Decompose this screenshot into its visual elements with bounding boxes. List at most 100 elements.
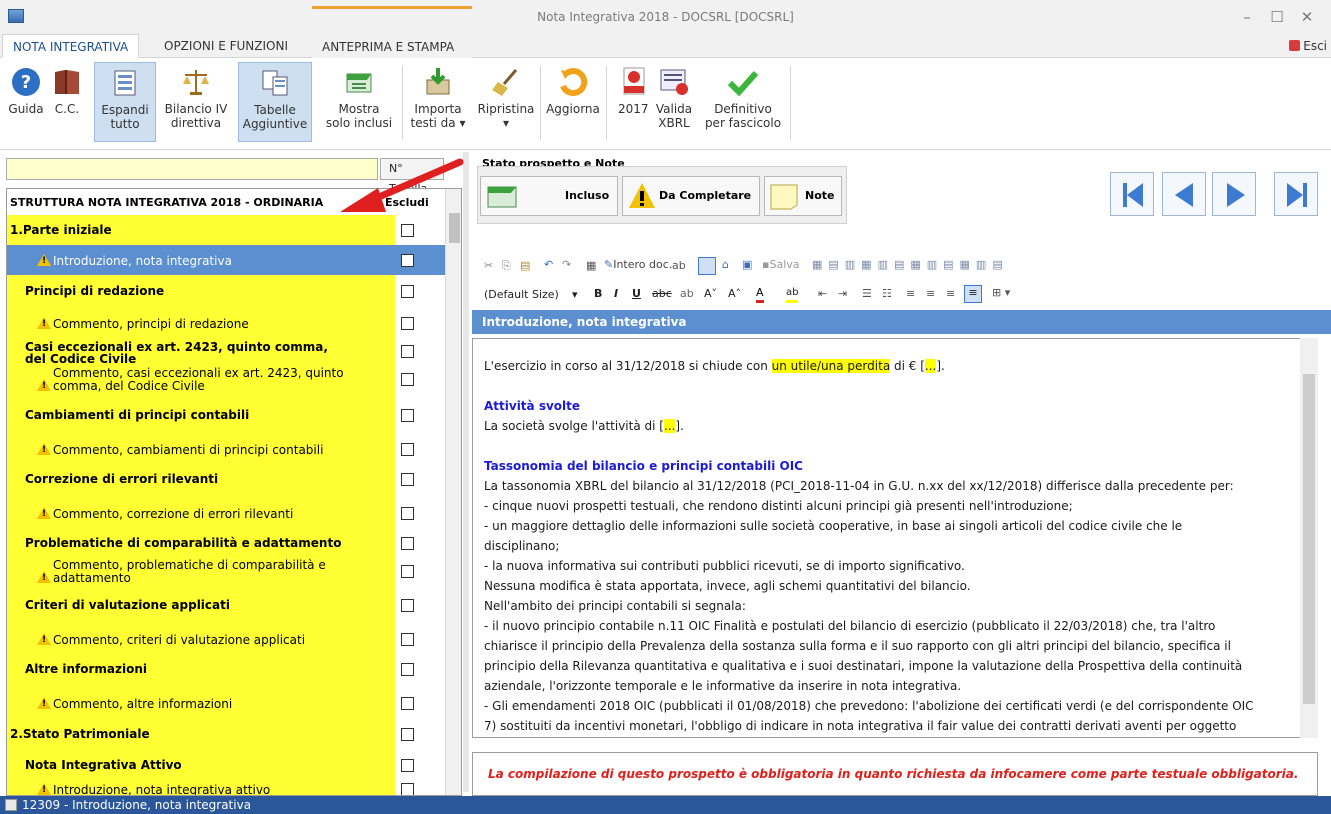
text-editor[interactable]: L'esercizio in corso al 31/12/2018 si ch… bbox=[472, 338, 1312, 738]
tree-node-commento-principi[interactable]: Commento, principi di redazione bbox=[7, 307, 445, 337]
justify-icon[interactable]: ≡ bbox=[964, 285, 982, 303]
tree-scrollbar-thumb[interactable] bbox=[449, 213, 460, 243]
exclude-checkbox[interactable] bbox=[401, 373, 414, 386]
exclude-checkbox[interactable] bbox=[401, 224, 414, 237]
first-record-button[interactable] bbox=[1110, 172, 1154, 216]
tree-node-correzione[interactable]: Correzione di errori rilevanti bbox=[7, 465, 445, 495]
exclude-checkbox[interactable] bbox=[401, 443, 414, 456]
exclude-checkbox[interactable] bbox=[401, 409, 414, 422]
exclude-checkbox[interactable] bbox=[401, 759, 414, 772]
exclude-checkbox[interactable] bbox=[401, 254, 414, 267]
tab-opzioni-funzioni[interactable]: OPZIONI E FUNZIONI bbox=[154, 34, 298, 58]
tree-node-casi-eccezionali[interactable]: Casi eccezionali ex art. 2423, quinto co… bbox=[7, 339, 445, 365]
exclude-checkbox[interactable] bbox=[401, 565, 414, 578]
tree-node-commento-casi[interactable]: Commento, casi eccezionali ex art. 2423,… bbox=[7, 365, 445, 393]
aggiorna-button[interactable]: Aggiorna bbox=[544, 62, 602, 142]
ripristina-button[interactable]: Ripristina ▾ bbox=[474, 62, 538, 142]
last-record-button[interactable] bbox=[1274, 172, 1318, 216]
previous-record-button[interactable] bbox=[1162, 172, 1206, 216]
outdent-icon[interactable]: ⇤ bbox=[818, 287, 827, 300]
bullet-list-icon[interactable]: ☰ bbox=[862, 287, 872, 300]
exclude-checkbox[interactable] bbox=[401, 345, 414, 358]
guida-button[interactable]: ? Guida bbox=[6, 62, 46, 142]
tree-node-commento-cambiamenti[interactable]: Commento, cambiamenti di principi contab… bbox=[7, 433, 445, 463]
exclude-checkbox[interactable] bbox=[401, 473, 414, 486]
tree-node-cambiamenti[interactable]: Cambiamenti di principi contabili bbox=[7, 401, 445, 431]
pdf-2017-button[interactable]: 2017 bbox=[618, 62, 649, 142]
exit-button[interactable]: Esci bbox=[1289, 39, 1327, 53]
find-replace-icon[interactable]: ab bbox=[672, 259, 686, 272]
tree-node-stato-patrimoniale[interactable]: 2.Stato Patrimoniale bbox=[7, 719, 445, 749]
minimize-button[interactable]: – bbox=[1232, 4, 1262, 30]
maximize-button[interactable]: ☐ bbox=[1262, 4, 1292, 30]
strikethrough-icon[interactable]: abc bbox=[652, 287, 672, 300]
tree-node-introduzione[interactable]: Introduzione, nota integrativa bbox=[7, 245, 445, 275]
tabelle-aggiuntive-button[interactable]: Tabelle Aggiuntive bbox=[238, 62, 312, 142]
exclude-checkbox[interactable] bbox=[401, 728, 414, 741]
bilancio-iv-button[interactable]: Bilancio IV direttiva bbox=[160, 62, 232, 142]
tree-node-altre-info[interactable]: Altre informazioni bbox=[7, 655, 445, 685]
valida-xbrl-button[interactable]: Valida XBRL bbox=[650, 62, 698, 142]
exclude-checkbox[interactable] bbox=[401, 633, 414, 646]
exclude-checkbox[interactable] bbox=[401, 537, 414, 550]
table-tools-icons[interactable]: ▦▤▥▦▥▤▦▥▤▦▥▤ bbox=[812, 258, 1009, 271]
exclude-checkbox[interactable] bbox=[401, 783, 414, 795]
tree-node-intro-attivo[interactable]: Introduzione, nota integrativa attivo bbox=[7, 781, 445, 795]
align-center-icon[interactable]: ≡ bbox=[926, 287, 935, 300]
paste-icon[interactable]: ▤ bbox=[520, 259, 530, 272]
clear-format-icon[interactable]: ab bbox=[680, 287, 694, 300]
font-size-dropdown-icon[interactable]: ▾ bbox=[572, 288, 578, 301]
tree-node-commento-problematiche[interactable]: Commento, problematiche di comparabilità… bbox=[7, 557, 445, 585]
espandi-tutto-button[interactable]: Espandi tutto bbox=[94, 62, 156, 142]
tab-nota-integrativa[interactable]: NOTA INTEGRATIVA bbox=[2, 34, 140, 58]
exclude-checkbox[interactable] bbox=[401, 507, 414, 520]
tree-node-commento-correzione[interactable]: Commento, correzione di errori rilevanti bbox=[7, 497, 445, 527]
align-right-icon[interactable]: ≡ bbox=[946, 287, 955, 300]
align-left-icon[interactable]: ≡ bbox=[906, 287, 915, 300]
cut-icon[interactable]: ✂ bbox=[484, 259, 493, 272]
close-button[interactable]: ✕ bbox=[1292, 4, 1322, 30]
exclude-checkbox[interactable] bbox=[401, 599, 414, 612]
redo-icon[interactable]: ↷ bbox=[562, 258, 571, 271]
definitivo-button[interactable]: Definitivo per fascicolo bbox=[700, 62, 786, 142]
select-all-icon[interactable]: ▦ bbox=[586, 259, 596, 272]
tree-node-principi[interactable]: Principi di redazione bbox=[7, 275, 445, 307]
editor-scrollbar-thumb[interactable] bbox=[1303, 374, 1315, 704]
tree-node-commento-criteri[interactable]: Commento, criteri di valutazione applica… bbox=[7, 623, 445, 653]
borders-icon[interactable]: ⊞ ▾ bbox=[992, 286, 1010, 299]
save-button[interactable]: ▪Salva bbox=[762, 258, 800, 271]
italic-icon[interactable]: I bbox=[614, 287, 618, 300]
intero-doc-button[interactable]: ✎Intero doc. bbox=[604, 258, 672, 271]
exclude-checkbox[interactable] bbox=[401, 697, 414, 710]
incluso-button[interactable]: Incluso bbox=[480, 176, 618, 216]
next-record-button[interactable] bbox=[1212, 172, 1256, 216]
font-color-icon[interactable]: A bbox=[756, 286, 764, 303]
numbered-list-icon[interactable]: ☷ bbox=[882, 287, 892, 300]
importa-testi-button[interactable]: Importa testi da ▾ bbox=[406, 62, 470, 142]
cc-button[interactable]: C.C. bbox=[48, 62, 86, 142]
underline-icon[interactable]: U bbox=[632, 287, 641, 300]
font-size-select[interactable]: (Default Size) bbox=[484, 288, 559, 301]
mostra-solo-inclusi-button[interactable]: Mostra solo inclusi bbox=[320, 62, 398, 142]
editor-scrollbar[interactable] bbox=[1300, 338, 1318, 738]
tree-node-parte-iniziale[interactable]: 1.Parte iniziale bbox=[7, 215, 445, 245]
grow-font-icon[interactable]: A˄ bbox=[728, 287, 741, 300]
tree-node-problematiche[interactable]: Problematiche di comparabilità e adattam… bbox=[7, 529, 445, 557]
html-view-icon[interactable]: ⌂ bbox=[722, 258, 729, 271]
shrink-font-icon[interactable]: A˅ bbox=[704, 287, 717, 300]
indent-icon[interactable]: ⇥ bbox=[838, 287, 847, 300]
highlight-icon[interactable]: ab bbox=[786, 286, 799, 303]
exclude-checkbox[interactable] bbox=[401, 663, 414, 676]
preview-icon[interactable]: ▣ bbox=[742, 258, 752, 271]
exclude-checkbox[interactable] bbox=[401, 317, 414, 330]
tree-node-criteri[interactable]: Criteri di valutazione applicati bbox=[7, 591, 445, 621]
tree-node-commento-altre[interactable]: Commento, altre informazioni bbox=[7, 687, 445, 717]
page-view-icon[interactable] bbox=[698, 257, 716, 275]
da-completare-button[interactable]: Da Completare bbox=[622, 176, 760, 216]
tree-scrollbar[interactable] bbox=[445, 189, 461, 795]
tree-node-attivo[interactable]: Nota Integrativa Attivo bbox=[7, 751, 445, 781]
bold-icon[interactable]: B bbox=[594, 287, 602, 300]
search-input[interactable] bbox=[6, 158, 378, 180]
copy-icon[interactable]: ⎘ bbox=[502, 259, 511, 273]
exclude-checkbox[interactable] bbox=[401, 285, 414, 298]
